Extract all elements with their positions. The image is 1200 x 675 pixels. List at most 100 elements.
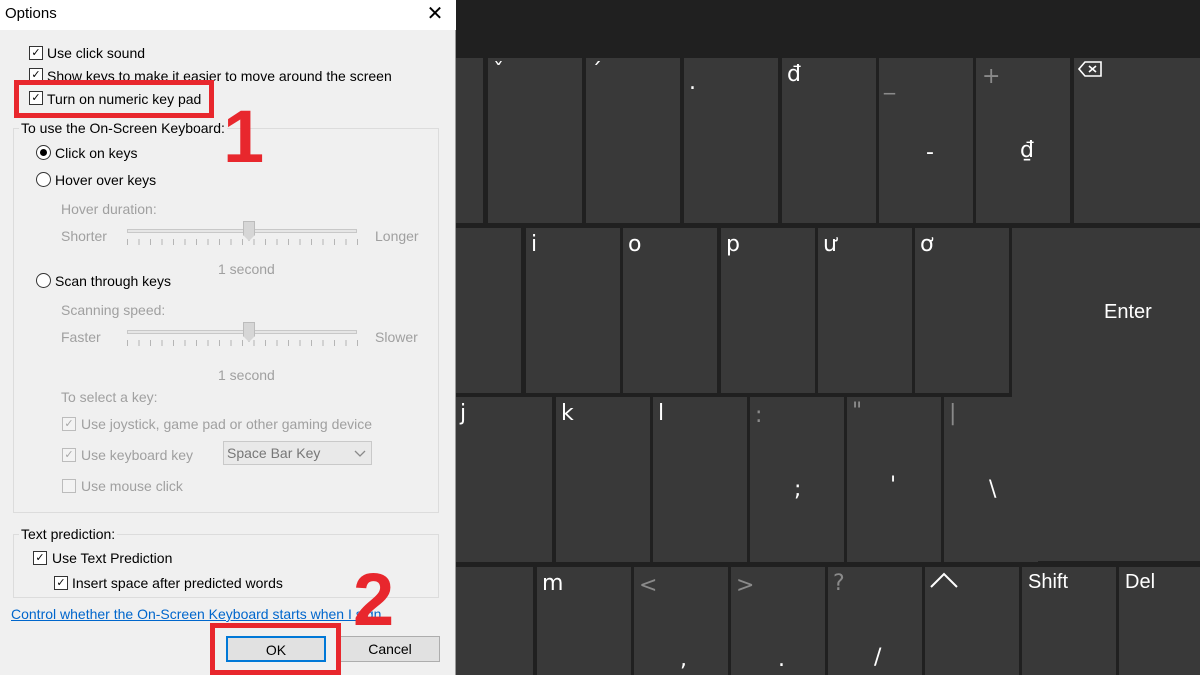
scan-slider-ticks — [127, 340, 358, 346]
key-i-label: i — [531, 232, 538, 257]
ok-button[interactable]: OK — [226, 636, 326, 662]
key-quote-label: ' — [890, 473, 897, 498]
insert-space-label: Insert space after predicted words — [72, 575, 283, 591]
use-keyboard-key-label: Use keyboard key — [81, 447, 194, 463]
on-screen-keyboard: ˇ ´ . đ _ - + ₫ i o p ư ơ Enter j k l: … — [455, 0, 1200, 675]
key-partial[interactable] — [455, 567, 533, 675]
text-prediction-group-label: Text prediction: — [19, 526, 118, 542]
step2-number: 2 — [353, 558, 395, 641]
backspace-icon — [1078, 61, 1102, 77]
dialog-title: Options — [5, 5, 57, 22]
key-dot-label: . — [689, 70, 696, 95]
scan-min-label: Faster — [61, 329, 101, 345]
key-i[interactable]: i — [526, 228, 620, 393]
key-pipe-label: | — [949, 401, 957, 426]
key-semicolon-label: ; — [794, 477, 802, 502]
key-backspace[interactable] — [1074, 58, 1200, 223]
numeric-keypad-label: Turn on numeric key pad — [47, 91, 202, 107]
key-backslash-label: \ — [989, 477, 997, 502]
scan-slider-track[interactable] — [127, 330, 357, 334]
key-up-arrow[interactable] — [925, 567, 1019, 675]
key-j[interactable]: j — [455, 397, 552, 562]
hover-duration-label: Hover duration: — [61, 201, 157, 217]
hover-max-label: Longer — [375, 228, 419, 244]
key-plus-shift-label: + — [982, 64, 1001, 89]
key-enter-label: Enter — [1104, 301, 1152, 323]
key-enter[interactable]: Enter — [1012, 228, 1200, 561]
key-minus[interactable]: _ - — [879, 58, 973, 223]
key-comma[interactable]: < , — [634, 567, 728, 675]
key-u-horn-label: ư — [823, 232, 837, 257]
key-o[interactable]: o — [623, 228, 717, 393]
startup-link[interactable]: Control whether the On-Screen Keyboard s… — [11, 606, 381, 622]
radio-selected-dot — [40, 149, 47, 156]
use-joystick-label: Use joystick, game pad or other gaming d… — [81, 416, 373, 432]
osk-group-label: To use the On-Screen Keyboard: — [19, 120, 227, 136]
key-p-label: p — [726, 232, 740, 257]
key-d-stroke[interactable]: đ — [782, 58, 876, 223]
key-slash-label: / — [874, 645, 882, 670]
chevron-down-icon — [354, 450, 366, 457]
key-shift-label: Shift — [1028, 571, 1069, 593]
key-dong-label: ₫ — [1020, 138, 1034, 163]
keyboard-key-select[interactable]: Space Bar Key — [223, 441, 372, 465]
scan-max-label: Slower — [375, 329, 418, 345]
key-comma-label: , — [680, 647, 687, 672]
scan-through-keys-label: Scan through keys — [55, 273, 171, 289]
key-acute[interactable]: ´ — [586, 58, 680, 223]
key-k-label: k — [561, 401, 574, 426]
key-m-label: m — [542, 571, 564, 596]
key-semicolon[interactable]: : ; — [750, 397, 844, 562]
scan-value-label: 1 second — [218, 367, 275, 383]
use-mouse-click-checkbox[interactable] — [62, 479, 76, 493]
key-backslash[interactable]: | \ — [944, 397, 1038, 562]
key-del[interactable]: Del — [1119, 567, 1200, 675]
step1-number: 1 — [223, 95, 265, 178]
to-select-key-label: To select a key: — [61, 389, 158, 405]
hover-slider-ticks — [127, 239, 358, 245]
key-slash[interactable]: ? / — [828, 567, 922, 675]
key-less-than-label: < — [639, 573, 658, 598]
use-mouse-click-label: Use mouse click — [81, 478, 183, 494]
key-doublequote-label: " — [852, 399, 863, 424]
use-click-sound-checkbox[interactable]: ✓ — [29, 46, 43, 60]
hover-over-keys-label: Hover over keys — [55, 172, 157, 188]
key-caron[interactable]: ˇ — [488, 58, 582, 223]
key-dot[interactable]: . — [684, 58, 778, 223]
key-partial[interactable] — [455, 228, 521, 393]
use-joystick-checkbox[interactable]: ✓ — [62, 417, 76, 431]
key-greater-than-label: > — [736, 573, 755, 598]
title-bar: Options ✕ — [0, 0, 456, 30]
insert-space-checkbox[interactable]: ✓ — [54, 576, 68, 590]
hover-min-label: Shorter — [61, 228, 107, 244]
key-o-label: o — [628, 232, 642, 257]
use-text-prediction-checkbox[interactable]: ✓ — [33, 551, 47, 565]
key-quote[interactable]: " ' — [847, 397, 941, 562]
key-partial[interactable] — [455, 58, 483, 223]
use-keyboard-key-checkbox[interactable]: ✓ — [62, 448, 76, 462]
key-o-horn-label: ơ — [920, 232, 934, 257]
key-l-label: l — [658, 401, 665, 426]
key-k[interactable]: k — [556, 397, 650, 562]
key-l[interactable]: l — [653, 397, 747, 562]
use-click-sound-label: Use click sound — [47, 45, 146, 61]
key-d-stroke-label: đ — [787, 62, 801, 87]
key-del-label: Del — [1125, 571, 1156, 593]
numeric-keypad-checkbox[interactable]: ✓ — [29, 91, 43, 105]
hover-over-keys-radio[interactable] — [36, 172, 51, 187]
key-plus[interactable]: + ₫ — [976, 58, 1070, 223]
key-shift[interactable]: Shift — [1022, 567, 1116, 675]
key-period[interactable]: > . — [731, 567, 825, 675]
click-on-keys-radio[interactable] — [36, 145, 51, 160]
key-m[interactable]: m — [537, 567, 631, 675]
close-icon[interactable]: ✕ — [420, 0, 450, 28]
key-o-horn[interactable]: ơ — [915, 228, 1009, 393]
show-keys-checkbox[interactable]: ✓ — [29, 68, 43, 82]
hover-slider-track[interactable] — [127, 229, 357, 233]
key-minus-shift-label: _ — [884, 70, 895, 95]
show-keys-label: Show keys to make it easier to move arou… — [47, 68, 392, 84]
key-period-label: . — [778, 647, 785, 672]
key-p[interactable]: p — [721, 228, 815, 393]
scan-through-keys-radio[interactable] — [36, 273, 51, 288]
key-u-horn[interactable]: ư — [818, 228, 912, 393]
